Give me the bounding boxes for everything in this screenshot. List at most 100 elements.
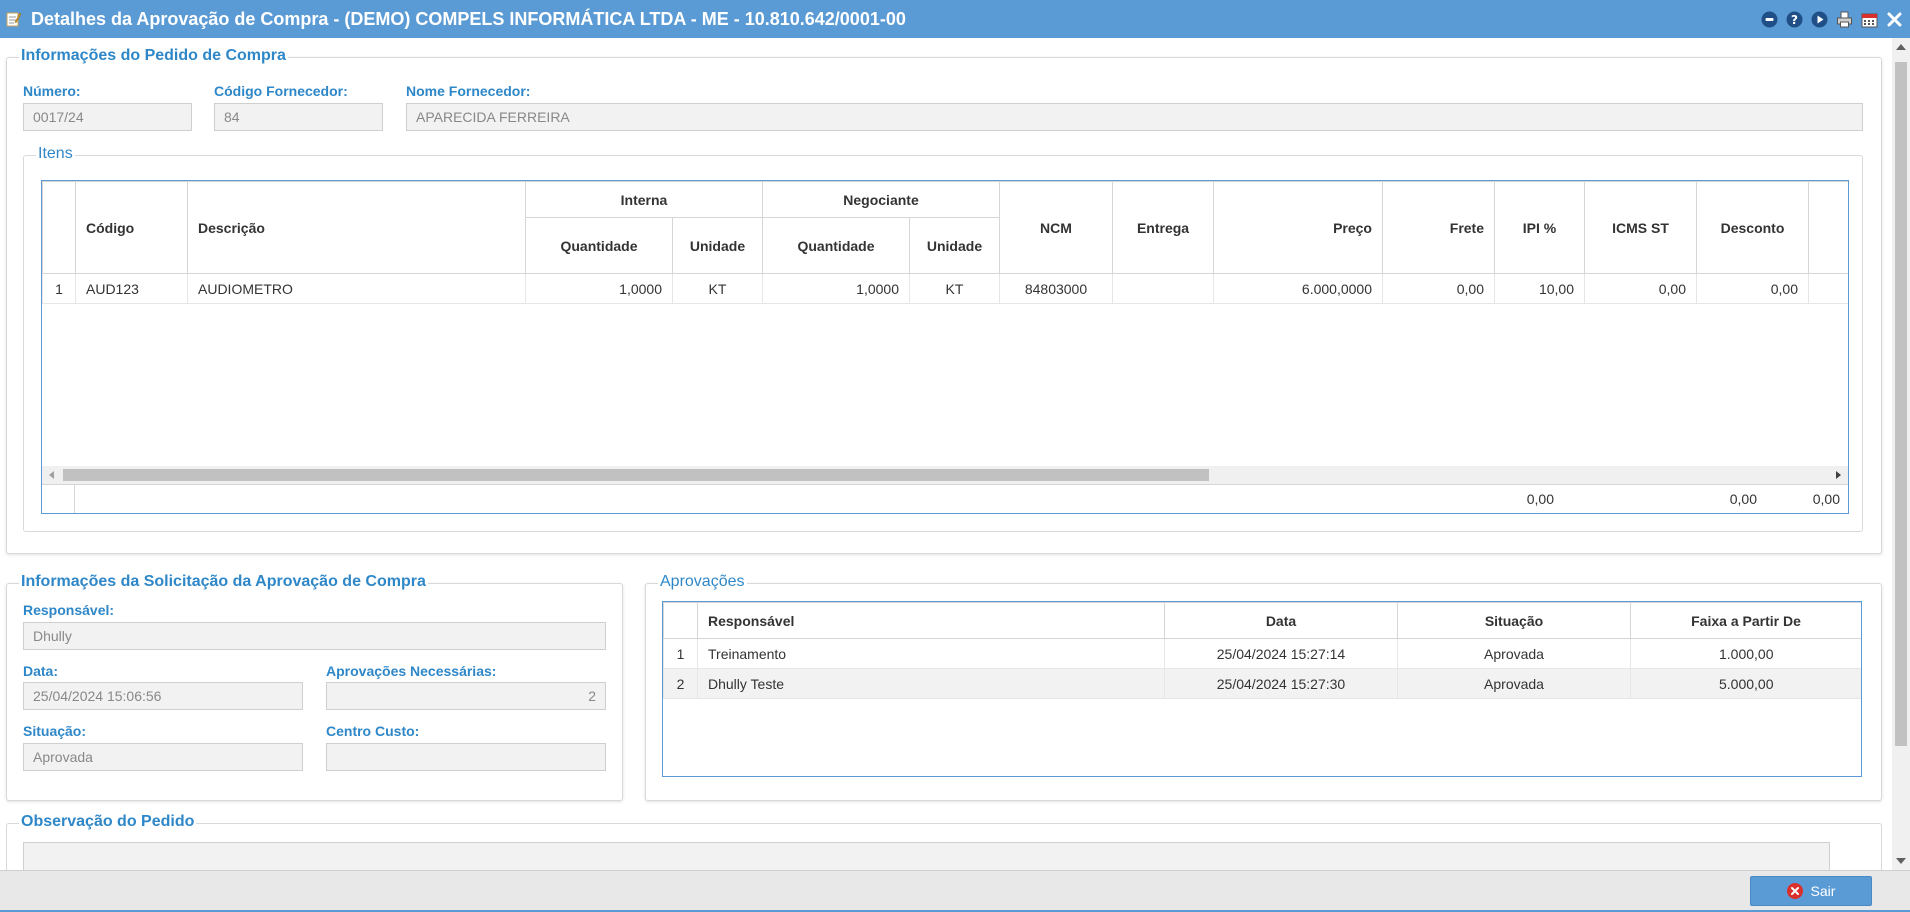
col-responsavel-header[interactable]: Responsável bbox=[697, 602, 1165, 639]
codigo-fornecedor-label: Código Fornecedor: bbox=[214, 83, 348, 99]
row-number-header bbox=[42, 181, 76, 274]
col-icms-st-header[interactable]: ICMS ST bbox=[1584, 181, 1697, 274]
col-descricao-header[interactable]: Descrição bbox=[187, 181, 526, 274]
itens-table: Código Descrição Interna Negociante NCM … bbox=[42, 181, 1848, 304]
scroll-up-arrow-icon[interactable] bbox=[1896, 44, 1906, 50]
cell-situacao: Aprovada bbox=[1397, 668, 1631, 699]
col-ncm-header[interactable]: NCM bbox=[999, 181, 1113, 274]
row-number: 1 bbox=[663, 638, 698, 669]
col-interna-group-header: Interna bbox=[525, 181, 763, 218]
itens-grid: Código Descrição Interna Negociante NCM … bbox=[41, 180, 1849, 514]
aprovacoes-legend: Aprovações bbox=[658, 573, 747, 591]
nome-fornecedor-field[interactable]: APARECIDA FERREIRA bbox=[406, 103, 1863, 131]
cell-negociante-unidade: KT bbox=[909, 273, 1000, 304]
situacao-label: Situação: bbox=[23, 723, 87, 739]
aprovacoes-necessarias-label: Aprovações Necessárias: bbox=[326, 663, 497, 679]
data-field[interactable]: 25/04/2024 15:06:56 bbox=[23, 682, 303, 710]
cell-interna-unidade: KT bbox=[672, 273, 763, 304]
table-row[interactable]: 2 Dhully Teste 25/04/2024 15:27:30 Aprov… bbox=[663, 668, 1861, 699]
solicitacao-legend: Informações da Solicitação da Aprovação … bbox=[19, 573, 428, 591]
row-number-header bbox=[663, 602, 698, 639]
col-codigo-header[interactable]: Código bbox=[75, 181, 188, 274]
col-negociante-group-header: Negociante bbox=[762, 181, 1000, 218]
col-faixa-header[interactable]: Faixa a Partir De bbox=[1630, 602, 1861, 639]
col-preco-header[interactable]: Preço bbox=[1213, 181, 1383, 274]
col-extra-header bbox=[1808, 181, 1848, 274]
scroll-left-arrow-icon[interactable] bbox=[49, 471, 54, 479]
col-situacao-header[interactable]: Situação bbox=[1397, 602, 1631, 639]
cell-icms-st: 0,00 bbox=[1584, 273, 1697, 304]
col-negociante-quantidade-header[interactable]: Quantidade bbox=[762, 217, 910, 274]
itens-legend: Itens bbox=[36, 145, 75, 163]
calendar-icon[interactable] bbox=[1860, 10, 1879, 29]
col-negociante-unidade-header[interactable]: Unidade bbox=[909, 217, 1000, 274]
col-desconto-header[interactable]: Desconto bbox=[1696, 181, 1809, 274]
cell-interna-quantidade: 1,0000 bbox=[525, 273, 673, 304]
sair-label: Sair bbox=[1810, 883, 1836, 899]
aprovacoes-table: Responsável Data Situação Faixa a Partir… bbox=[663, 602, 1861, 699]
cell-entrega bbox=[1112, 273, 1214, 304]
table-row[interactable]: 1 Treinamento 25/04/2024 15:27:14 Aprova… bbox=[663, 638, 1861, 669]
page-vertical-scrollbar[interactable] bbox=[1892, 38, 1910, 870]
responsavel-label: Responsável: bbox=[23, 602, 115, 618]
cell-preco: 6.000,0000 bbox=[1213, 273, 1383, 304]
cell-data: 25/04/2024 15:27:30 bbox=[1164, 668, 1398, 699]
sair-button[interactable]: Sair bbox=[1750, 876, 1872, 906]
nome-fornecedor-label: Nome Fornecedor: bbox=[406, 83, 531, 99]
aprovacoes-necessarias-field[interactable]: 2 bbox=[326, 682, 606, 710]
cell-faixa: 1.000,00 bbox=[1630, 638, 1861, 669]
bottom-toolbar: Sair bbox=[0, 870, 1910, 912]
col-frete-header[interactable]: Frete bbox=[1382, 181, 1495, 274]
row-number: 1 bbox=[42, 273, 76, 304]
minimize-icon[interactable] bbox=[1760, 10, 1779, 29]
cell-ncm: 84803000 bbox=[999, 273, 1113, 304]
itens-totals-row: 0,00 0,00 0,00 bbox=[42, 484, 1848, 513]
help-icon[interactable]: ? bbox=[1785, 10, 1804, 29]
play-icon[interactable] bbox=[1810, 10, 1829, 29]
codigo-fornecedor-field[interactable]: 84 bbox=[214, 103, 383, 131]
svg-text:?: ? bbox=[1791, 13, 1798, 27]
cell-ipi: 10,00 bbox=[1494, 273, 1585, 304]
edit-document-icon bbox=[6, 11, 22, 27]
exit-icon bbox=[1786, 883, 1803, 899]
row-number: 2 bbox=[663, 668, 698, 699]
cell-codigo: AUD123 bbox=[75, 273, 188, 304]
col-interna-unidade-header[interactable]: Unidade bbox=[672, 217, 763, 274]
total-frete: 0,00 bbox=[1526, 491, 1554, 507]
scroll-right-arrow-icon[interactable] bbox=[1836, 471, 1841, 479]
centro-custo-field[interactable] bbox=[326, 743, 606, 771]
responsavel-field[interactable]: Dhully bbox=[23, 622, 606, 650]
window-title: Detalhes da Aprovação de Compra - (DEMO)… bbox=[31, 9, 906, 29]
cell-situacao: Aprovada bbox=[1397, 638, 1631, 669]
col-data-header[interactable]: Data bbox=[1164, 602, 1398, 639]
cell-desconto: 0,00 bbox=[1696, 273, 1809, 304]
data-label: Data: bbox=[23, 663, 59, 679]
print-icon[interactable] bbox=[1835, 10, 1854, 29]
centro-custo-label: Centro Custo: bbox=[326, 723, 420, 739]
cell-negociante-quantidade: 1,0000 bbox=[762, 273, 910, 304]
window-controls: ? bbox=[1760, 10, 1904, 29]
scroll-down-arrow-icon[interactable] bbox=[1896, 858, 1906, 864]
scroll-thumb[interactable] bbox=[1895, 62, 1907, 746]
numero-label: Número: bbox=[23, 83, 81, 99]
total-desconto: 0,00 bbox=[1812, 491, 1840, 507]
cell-descricao: AUDIOMETRO bbox=[187, 273, 526, 304]
total-icms-st: 0,00 bbox=[1729, 491, 1757, 507]
scroll-thumb[interactable] bbox=[63, 469, 1209, 481]
table-row[interactable]: 1 AUD123 AUDIOMETRO 1,0000 KT 1,0000 KT … bbox=[42, 273, 1848, 304]
col-entrega-header[interactable]: Entrega bbox=[1112, 181, 1214, 274]
window-titlebar: Detalhes da Aprovação de Compra - (DEMO)… bbox=[0, 0, 1910, 38]
observacao-legend: Observação do Pedido bbox=[19, 813, 197, 831]
cell-data: 25/04/2024 15:27:14 bbox=[1164, 638, 1398, 669]
col-ipi-header[interactable]: IPI % bbox=[1494, 181, 1585, 274]
pedido-legend: Informações do Pedido de Compra bbox=[19, 47, 288, 65]
aprovacoes-grid: Responsável Data Situação Faixa a Partir… bbox=[662, 601, 1862, 777]
col-interna-quantidade-header[interactable]: Quantidade bbox=[525, 217, 673, 274]
itens-horizontal-scrollbar[interactable] bbox=[42, 466, 1848, 484]
close-icon[interactable] bbox=[1885, 10, 1904, 29]
numero-field[interactable]: 0017/24 bbox=[23, 103, 192, 131]
situacao-field[interactable]: Aprovada bbox=[23, 743, 303, 771]
cell-responsavel: Dhully Teste bbox=[697, 668, 1165, 699]
cell-frete: 0,00 bbox=[1382, 273, 1495, 304]
cell-extra bbox=[1808, 273, 1848, 304]
